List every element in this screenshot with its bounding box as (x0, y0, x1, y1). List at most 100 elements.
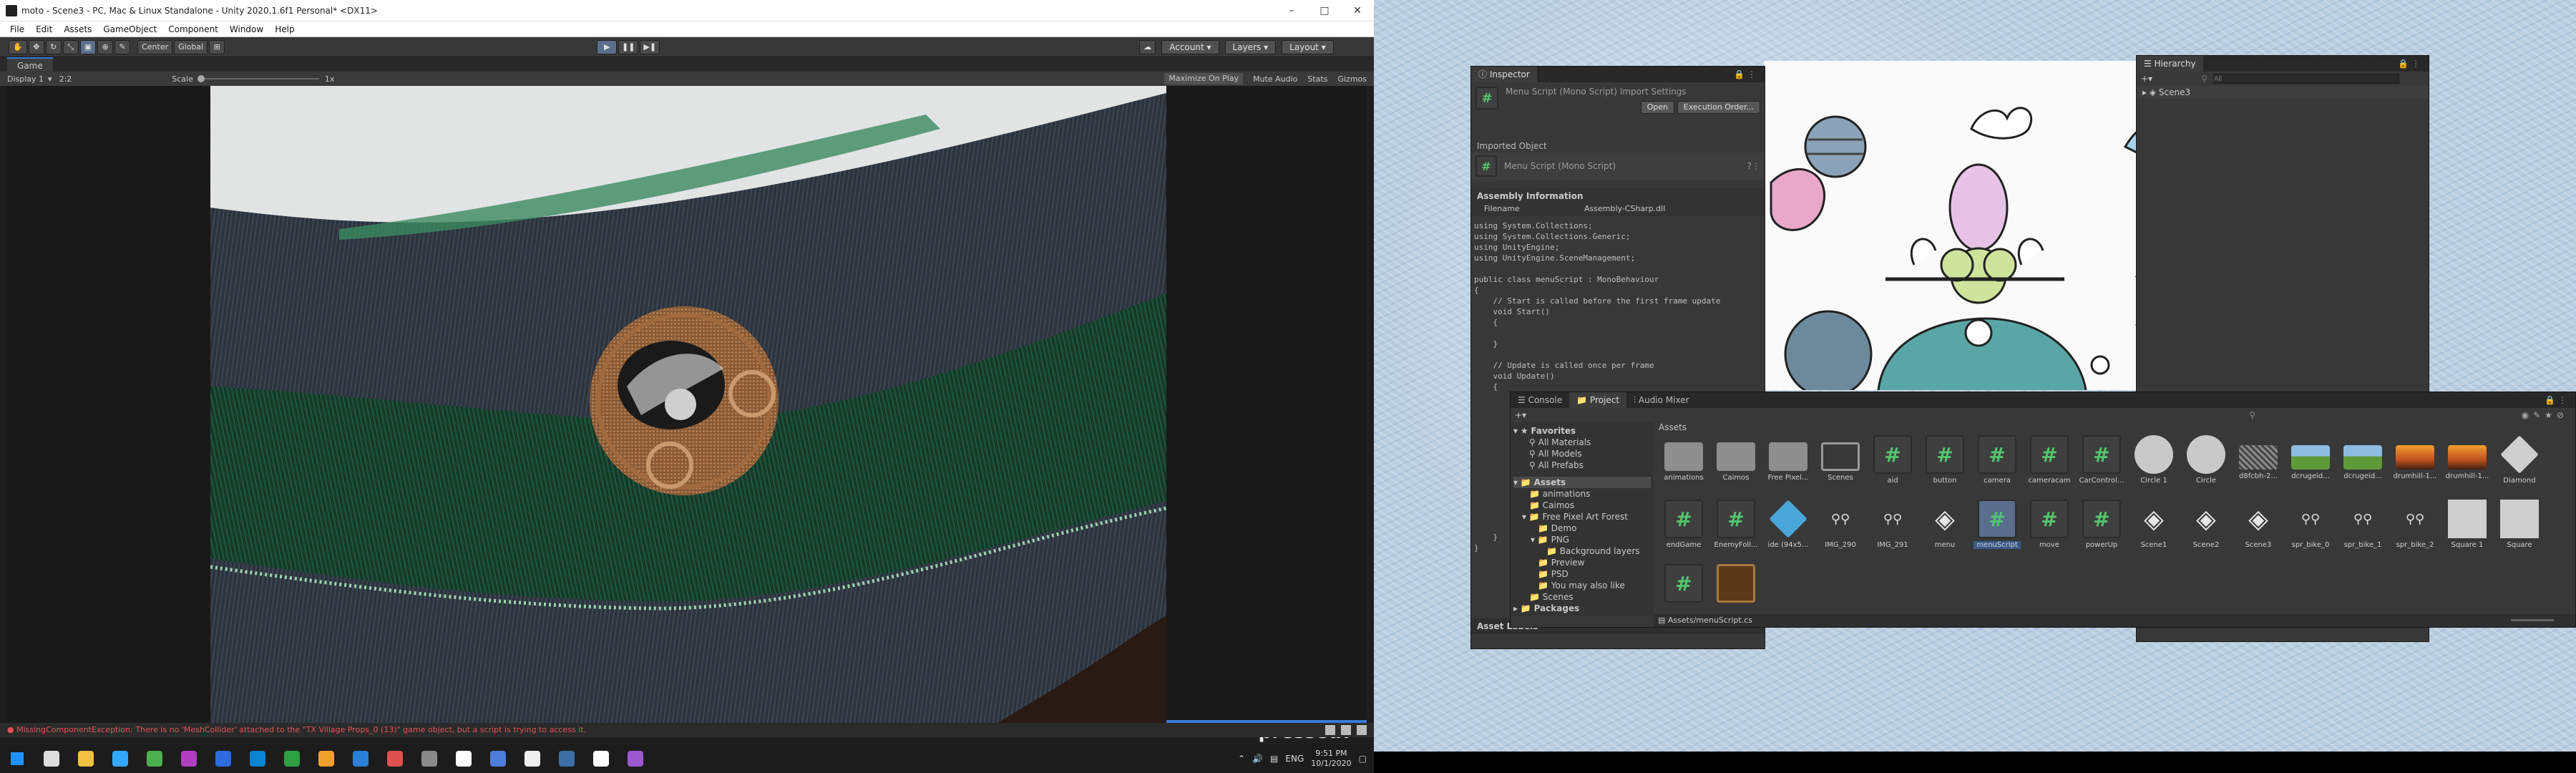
scale-tool-icon[interactable]: ⤡ (62, 39, 79, 54)
scene-row[interactable]: ▸ ◈ Scene3 (2137, 86, 2429, 99)
menu-gameobject[interactable]: GameObject (97, 24, 162, 34)
scale-slider-handle[interactable] (197, 75, 205, 82)
rotate-tool-icon[interactable]: ↻ (45, 39, 62, 54)
step-button[interactable]: ▶❚ (640, 39, 660, 54)
status-icon[interactable] (1341, 725, 1351, 735)
asset-item[interactable]: # endGame (1660, 500, 1707, 549)
execution-order-button[interactable]: Execution Order... (1677, 101, 1760, 114)
favorites-node[interactable]: ▾ ★ Favorites (1513, 425, 1651, 437)
gizmos-toggle[interactable]: Gizmos (1337, 74, 1367, 84)
tree-scenes[interactable]: 📁 Scenes (1513, 591, 1651, 603)
status-icon[interactable] (1357, 725, 1367, 735)
scene-view-window[interactable] (1764, 61, 2154, 390)
asset-item[interactable]: # (1660, 564, 1707, 606)
favorite-all-models[interactable]: ⚲ All Models (1513, 448, 1651, 460)
app-icon[interactable] (481, 744, 515, 773)
help-icon[interactable]: ?⋮ (1747, 161, 1760, 171)
asset-item[interactable]: ◈ Scene1 (2130, 500, 2177, 550)
expand-icon[interactable]: ▸ (2142, 87, 2150, 97)
menu-file[interactable]: File (4, 24, 30, 34)
asset-item[interactable]: ⚲⚲ spr_bike_1 (2339, 500, 2386, 550)
hand-tool-icon[interactable]: ✋ (9, 39, 27, 54)
asset-item[interactable]: ◈ menu (1921, 500, 1968, 550)
menu-help[interactable]: Help (269, 24, 300, 34)
asset-item[interactable]: # cameracam (2026, 435, 2073, 485)
console-status-bar[interactable]: ● MissingComponentException: There is no… (0, 723, 1374, 737)
space-toggle[interactable]: Global (174, 39, 208, 54)
tab-hierarchy[interactable]: ☰ Hierarchy (2137, 56, 2203, 72)
steam-icon[interactable] (550, 744, 584, 773)
scale-slider-track[interactable] (204, 78, 319, 79)
game-canvas[interactable] (210, 86, 1166, 723)
breadcrumb[interactable]: Assets (1656, 422, 2575, 434)
menu-component[interactable]: Component (162, 24, 224, 34)
add-icon[interactable]: +▾ (1515, 410, 1526, 420)
asset-item[interactable]: ◈ Scene2 (2182, 500, 2230, 550)
asset-item[interactable]: dcrugeid... (2287, 435, 2334, 480)
asset-item[interactable]: Circle (2182, 435, 2230, 485)
asset-item[interactable]: # CarControl... (2078, 435, 2125, 485)
maximize-on-play-toggle[interactable]: Maximize On Play (1164, 73, 1244, 84)
layout-dropdown[interactable]: Layout ▾ (1282, 39, 1334, 54)
asset-item[interactable]: Diamond (2496, 435, 2543, 485)
visual-studio-icon[interactable] (618, 744, 653, 773)
pivot-toggle[interactable]: Center (137, 39, 173, 54)
app-icon[interactable] (172, 744, 206, 773)
layers-dropdown[interactable]: Layers ▾ (1224, 39, 1277, 54)
tree-caimos[interactable]: 📁 Caimos (1513, 500, 1651, 511)
asset-item[interactable]: ⚲⚲ IMG_290 (1817, 500, 1864, 550)
tab-project[interactable]: 📁 Project (1569, 392, 1627, 408)
asset-item[interactable]: ide (94x5... (1765, 500, 1812, 549)
icon-size-slider[interactable] (2511, 619, 2554, 621)
asset-item[interactable]: drumhill-1... (2391, 435, 2439, 480)
tab-inspector[interactable]: ⓘ Inspector (1471, 67, 1537, 82)
asset-item[interactable]: # EnemyFoll... (1712, 500, 1760, 549)
play-button[interactable]: ▶ (597, 39, 618, 54)
asset-item[interactable]: # camera (1974, 435, 2021, 485)
tree-psd[interactable]: 📁 PSD (1513, 568, 1651, 580)
app-icon[interactable] (412, 744, 447, 773)
file-explorer-icon[interactable] (69, 744, 103, 773)
search-icon[interactable] (34, 744, 69, 773)
unity-icon[interactable] (447, 744, 481, 773)
tab-console[interactable]: ☰ Console (1511, 392, 1570, 408)
status-icon[interactable] (1325, 725, 1335, 735)
tray-chevron-icon[interactable]: ⌃ (1238, 754, 1245, 764)
asset-item[interactable]: Free Pixel... (1765, 435, 1812, 482)
clock[interactable]: 9:51 PM 10/1/2020 (1311, 749, 1351, 769)
custom-tool-icon[interactable]: ✎ (114, 39, 131, 54)
asset-item[interactable]: dcrugeid... (2339, 435, 2386, 480)
asset-item[interactable]: ⚲⚲ spr_bike_0 (2287, 500, 2334, 550)
notification-icon[interactable]: ▢ (1359, 754, 1367, 764)
volume-icon[interactable]: 🔊 (1252, 754, 1263, 764)
tree-preview[interactable]: 📁 Preview (1513, 557, 1651, 568)
hierarchy-search-input[interactable] (2212, 74, 2399, 84)
asset-item[interactable] (1712, 564, 1760, 606)
close-button[interactable]: ✕ (1341, 0, 1374, 21)
asset-item[interactable]: ⚲⚲ IMG_291 (1869, 500, 1916, 550)
asset-item[interactable]: drumhill-1... (2444, 435, 2491, 480)
asset-item[interactable]: Square (2496, 500, 2543, 549)
asset-item[interactable]: # aid (1869, 435, 1916, 485)
edge-icon[interactable] (240, 744, 275, 773)
asset-item[interactable]: # move (2026, 500, 2073, 549)
open-button[interactable]: Open (1640, 101, 1674, 114)
pause-button[interactable]: ❚❚ (618, 39, 639, 54)
app-icon[interactable] (309, 744, 343, 773)
display-dropdown[interactable]: Display 1 (7, 74, 44, 84)
favorite-all-prefabs[interactable]: ⚲ All Prefabs (1513, 460, 1651, 471)
asset-item[interactable]: Caimos (1712, 435, 1760, 482)
windows-icon[interactable] (0, 744, 34, 773)
move-tool-icon[interactable]: ✥ (28, 39, 44, 54)
tab-game[interactable]: Game (7, 57, 53, 72)
account-dropdown[interactable]: Account ▾ (1161, 39, 1219, 54)
tree-free-pixel-art-forest[interactable]: ▾ 📁 Free Pixel Art Forest (1513, 511, 1651, 522)
minimize-button[interactable]: – (1275, 0, 1308, 21)
tree-assets[interactable]: ▾ 📁 Assets (1513, 477, 1651, 488)
menu-edit[interactable]: Edit (30, 24, 58, 34)
game-view[interactable]: pressed? (7, 86, 1367, 743)
tree-animations[interactable]: 📁 animations (1513, 488, 1651, 500)
asset-item[interactable]: # menuScript (1974, 500, 2021, 549)
maximize-button[interactable]: □ (1308, 0, 1341, 21)
asset-item[interactable]: d8fcbh-2... (2235, 435, 2282, 480)
